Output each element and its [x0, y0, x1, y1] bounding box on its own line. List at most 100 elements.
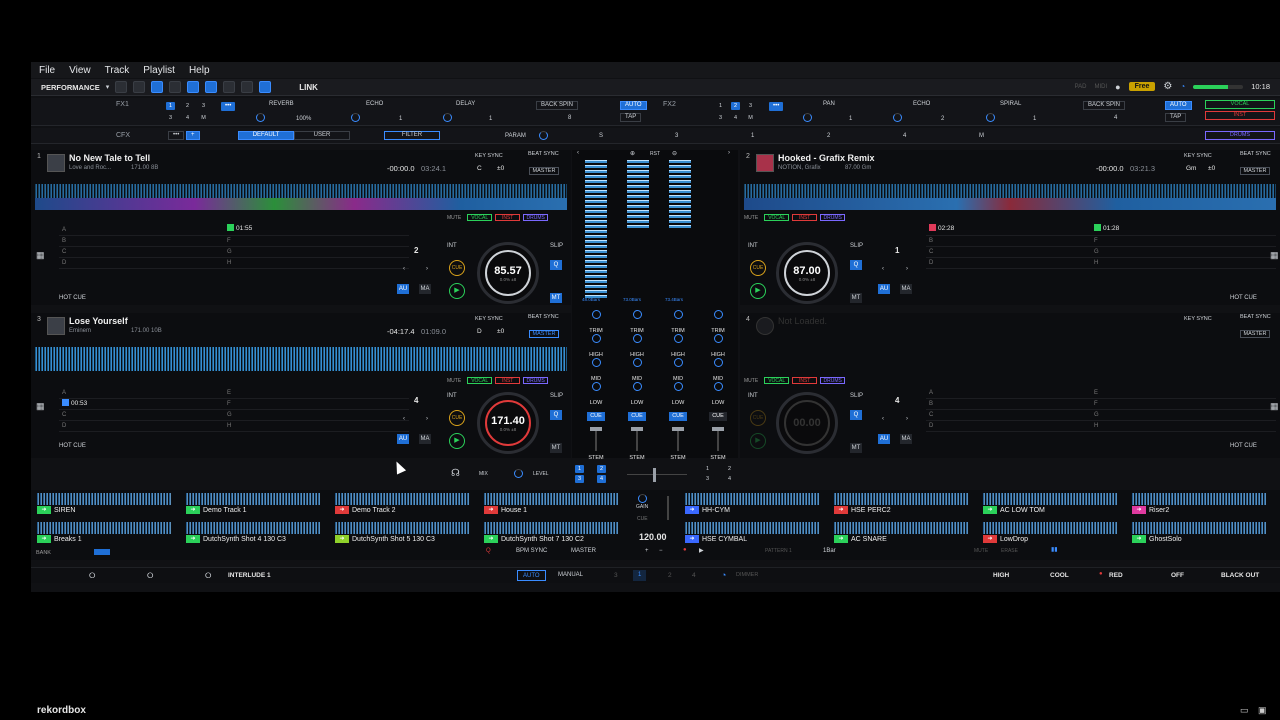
high-knob[interactable] — [673, 334, 683, 343]
hotcue-row[interactable]: DH — [59, 422, 409, 432]
deck-3-loop-prev-icon[interactable]: ‹ — [403, 416, 405, 422]
deck-3-au-button[interactable]: AU — [397, 434, 409, 444]
sampler-slot[interactable]: ➜ LowDrop — [979, 521, 1121, 547]
deck-1-loop-length[interactable]: 2 — [414, 246, 418, 255]
deck-4-vocal-button[interactable]: VOCAL — [764, 377, 790, 384]
mixer-prev-icon[interactable]: ‹ — [577, 150, 579, 156]
sampler-bpm[interactable]: 120.00 — [639, 532, 667, 542]
layout-icon[interactable] — [115, 81, 128, 93]
deck-1-pitch[interactable]: ±0 — [497, 165, 504, 172]
channel-cue-button[interactable]: CUE — [628, 412, 646, 421]
sampler-slot[interactable]: ➜ HSE PERC2 — [830, 492, 972, 518]
fx1-knob2[interactable] — [351, 113, 360, 122]
sequence-bar-select[interactable]: 1Bar — [823, 548, 836, 554]
mid-knob[interactable] — [713, 358, 723, 367]
window-icon[interactable]: ▭ — [1240, 705, 1249, 716]
deck-1-slip-button[interactable]: SLIP — [550, 243, 563, 249]
deck-3-cue-button[interactable]: CUE — [449, 410, 465, 426]
crossfader-handle[interactable] — [653, 468, 656, 482]
deck-4-loop-length[interactable]: 4 — [895, 396, 899, 405]
deck-1-inst-button[interactable]: INST — [495, 214, 521, 221]
deck-4-drums-button[interactable]: DRUMS — [820, 377, 846, 384]
sampler-gain-knob[interactable] — [638, 494, 647, 503]
deck-3-ma-button[interactable]: MA — [419, 434, 431, 444]
deck-3-loop-length[interactable]: 4 — [414, 396, 418, 405]
fx1-slot2[interactable]: ECHO — [366, 101, 383, 107]
deck-1-loop-prev-icon[interactable]: ‹ — [403, 266, 405, 272]
channel-cue-button[interactable]: CUE — [669, 412, 687, 421]
hotcue-row[interactable]: CG — [926, 411, 1276, 421]
stem-label[interactable]: STEM — [703, 455, 733, 461]
fx2-slot1[interactable]: PAN — [823, 101, 835, 107]
deck-2-loop-prev-icon[interactable]: ‹ — [882, 266, 884, 272]
stem-label[interactable]: STEM — [622, 455, 652, 461]
fx2-ch1[interactable]: 1 — [716, 102, 725, 110]
lighting-deck-4[interactable]: 4 — [692, 572, 696, 579]
record-icon[interactable] — [223, 81, 236, 93]
mixer-vertical-waveform-2[interactable] — [627, 158, 649, 228]
deck-2-pads-icon[interactable]: ▦ — [1270, 250, 1279, 261]
interlude-select[interactable]: INTERLUDE 1 — [228, 572, 271, 579]
deck-2-inst-button[interactable]: INST — [792, 214, 818, 221]
channel-fader[interactable] — [672, 427, 684, 451]
deck-2-play-icon[interactable]: ▶ — [750, 283, 766, 299]
deck-1-au-button[interactable]: AU — [397, 284, 409, 294]
fx2-tap-button[interactable]: TAP — [1165, 113, 1187, 122]
xfader-assign-2[interactable]: 2 — [597, 465, 606, 473]
deck-1-vocal-button[interactable]: VOCAL — [467, 214, 493, 221]
hotcue-row[interactable]: AE — [926, 389, 1276, 399]
trim-knob[interactable] — [713, 310, 723, 319]
deck-2-int-select[interactable]: INT — [748, 243, 758, 249]
sampler-bpm-minus-icon[interactable]: − — [659, 548, 663, 554]
sampler-bpm-sync[interactable]: BPM SYNC — [516, 548, 547, 554]
hotcue-row[interactable]: BF — [59, 237, 409, 247]
fx1-ch2[interactable]: 2 — [183, 102, 192, 110]
fx2-chm[interactable]: M — [746, 114, 755, 122]
sequence-erase[interactable]: ERASE — [1001, 548, 1018, 554]
xfader-assign-3[interactable]: 3 — [575, 475, 584, 483]
deck-2-beat-sync[interactable]: BEAT SYNC — [1240, 151, 1271, 157]
deck-1-key-sync[interactable]: KEY SYNC — [475, 153, 503, 159]
deck-view-icon[interactable] — [151, 81, 164, 93]
hotcue-row[interactable]: BF — [59, 400, 409, 410]
high-knob[interactable] — [713, 334, 723, 343]
deck-2-mt-button[interactable]: MT — [850, 293, 862, 303]
sampler-slot[interactable]: ➜ AC LOW TOM — [979, 492, 1121, 518]
deck-4-hotcue-select[interactable]: HOT CUE — [1230, 443, 1257, 449]
deck-1-cue-button[interactable]: CUE — [449, 260, 465, 276]
mixer-rst-button[interactable]: RST — [650, 151, 660, 157]
deck-2-loop-next-icon[interactable]: › — [906, 266, 908, 272]
lighting-knob-2-icon[interactable]: ⭘ — [147, 571, 153, 581]
channel-cue-button[interactable]: CUE — [709, 412, 727, 421]
cfx-more-icon[interactable]: ••• — [168, 131, 185, 140]
deck-1-hotcue-e[interactable]: 01:55 — [227, 224, 252, 232]
fx1-beat-select[interactable]: BACK SPIN — [536, 101, 579, 110]
deck-2-quantize-button[interactable]: Q — [850, 260, 862, 270]
cfx-filter-button[interactable]: FILTER — [384, 131, 440, 140]
lighting-deck-1[interactable]: 1 — [633, 570, 647, 581]
auto-lighting-button[interactable]: AUTO — [517, 570, 546, 581]
channel-fader[interactable] — [631, 427, 643, 451]
sampler-slot[interactable]: ➜ HSE CYMBAL — [681, 521, 823, 547]
fx2-knob3[interactable] — [986, 113, 995, 122]
deck-4-master-button[interactable]: MASTER — [1240, 330, 1270, 338]
deck-3-mt-button[interactable]: MT — [550, 443, 562, 453]
deck-1-pads-icon[interactable]: ▦ — [36, 250, 45, 261]
fx1-knob3[interactable] — [443, 113, 452, 122]
mixer-next-icon[interactable]: › — [728, 150, 730, 156]
deck-4-mt-button[interactable]: MT — [850, 443, 862, 453]
low-knob[interactable] — [673, 382, 683, 391]
gear-icon[interactable]: ⚙ — [1163, 81, 1172, 92]
trim-knob[interactable] — [632, 310, 642, 319]
trim-knob[interactable] — [591, 310, 601, 319]
channel-fader[interactable] — [590, 427, 602, 451]
deck-2-au-button[interactable]: AU — [878, 284, 890, 294]
stem-drums-button[interactable]: DRUMS — [1205, 131, 1275, 140]
cfx-user-tab[interactable]: USER — [294, 131, 350, 140]
fx2-knob2[interactable] — [893, 113, 902, 122]
fx2-ch3b[interactable]: 3 — [716, 114, 725, 122]
fx2-ch2[interactable]: 2 — [731, 102, 740, 110]
deck-4-au-button[interactable]: AU — [878, 434, 890, 444]
sampler-slot[interactable]: ➜ SIREN — [33, 492, 175, 518]
fx1-ch3[interactable]: 3 — [199, 102, 208, 110]
